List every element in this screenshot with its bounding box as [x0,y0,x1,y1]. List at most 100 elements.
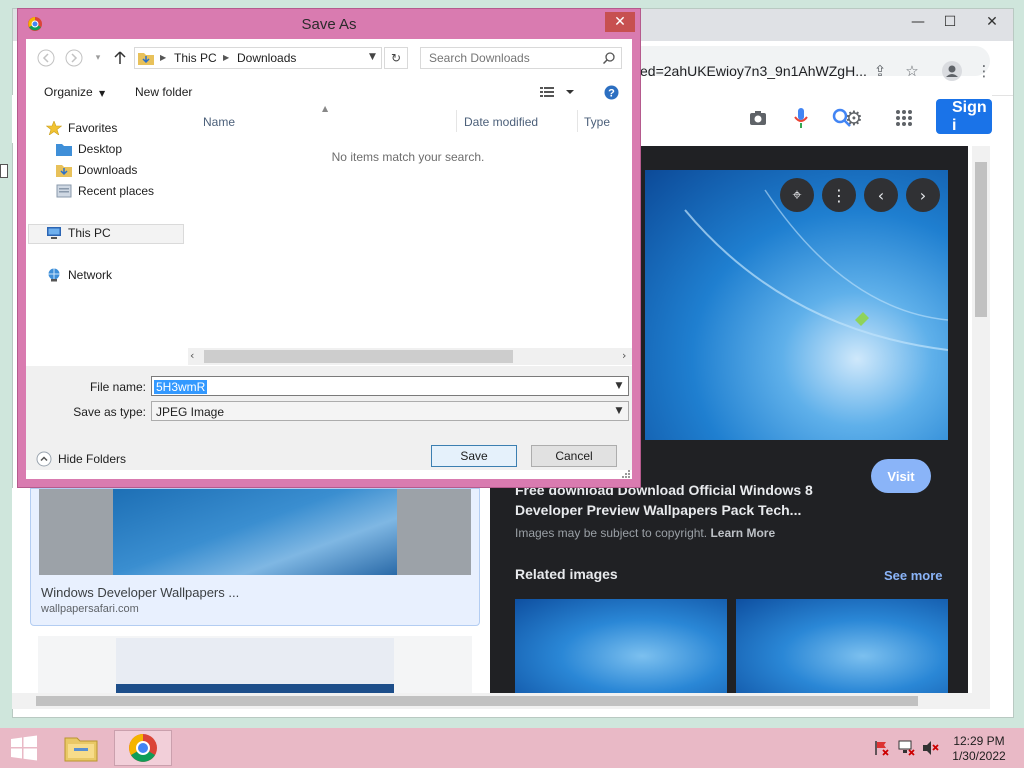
file-explorer-icon[interactable] [60,730,102,766]
breadcrumb-this-pc[interactable]: This PC [174,51,217,65]
action-center-flag-icon[interactable] [874,740,890,756]
star-icon [46,121,62,135]
learn-more-link[interactable]: Learn More [710,526,775,540]
nav-label: Network [68,268,113,282]
nav-item-favorites[interactable]: Favorites [46,121,117,135]
file-name-field[interactable]: 5H3wmR ▼ [151,376,629,396]
search-box[interactable] [420,47,622,69]
result-title[interactable]: Windows Developer Wallpapers ... [41,585,239,600]
see-more-link[interactable]: See more [884,568,943,583]
back-arrow-icon[interactable] [36,48,56,68]
save-as-type-label: Save as type: [73,405,146,419]
system-clock[interactable]: 12:29 PM 1/30/2022 [944,734,1014,764]
close-icon[interactable]: ✕ [976,10,1008,34]
file-list-scrollbar-thumb[interactable] [204,350,513,363]
search-icon[interactable] [603,52,615,64]
chevron-up-icon [36,451,52,467]
previous-image-icon[interactable]: ‹ [864,178,898,212]
forward-arrow-icon[interactable] [64,48,84,68]
file-name-value[interactable]: 5H3wmR [154,380,208,394]
copyright-notice: Images may be subject to copyright. Lear… [515,526,775,540]
nav-label: Recent places [78,184,155,198]
sign-in-button[interactable]: Sign i [936,99,992,134]
save-as-type-value: JPEG Image [156,405,225,419]
network-icon [46,268,62,282]
settings-gear-icon[interactable]: ⚙ [842,106,866,130]
column-divider[interactable] [456,110,457,132]
result-card[interactable]: Windows Developer Wallpapers ... wallpap… [30,488,480,626]
clock-date: 1/30/2022 [952,749,1006,763]
kebab-menu-icon[interactable]: ⋮ [972,59,996,83]
up-arrow-icon[interactable] [110,48,130,68]
related-images-heading: Related images [515,566,618,582]
svg-text:?: ? [608,88,615,100]
star-icon[interactable]: ☆ [900,59,924,83]
refresh-icon[interactable]: ↻ [384,47,408,69]
breadcrumb-separator-icon[interactable]: ▶ [160,53,166,62]
nav-label: Favorites [68,121,118,135]
more-options-icon[interactable]: ⋮ [822,178,856,212]
result-card[interactable] [38,636,472,694]
cancel-button[interactable]: Cancel [531,445,617,467]
maximize-icon[interactable]: ☐ [934,10,966,34]
related-thumbnail[interactable] [736,599,948,694]
dialog-titlebar[interactable]: Save As ✕ [18,9,640,39]
nav-item-desktop[interactable]: Desktop [56,142,122,156]
result-site: wallpapersafari.com [41,603,139,615]
new-folder-button[interactable]: New folder [135,85,192,99]
mic-icon[interactable] [789,106,813,130]
dialog-title: Save As [301,16,357,33]
column-header-name[interactable]: Name [203,115,235,129]
address-dropdown-icon[interactable]: ▼ [369,52,376,62]
nav-label: This PC [68,226,111,240]
scroll-left-icon[interactable]: ‹ [190,349,194,362]
scroll-right-icon[interactable]: › [622,349,626,362]
nav-item-recent-places[interactable]: Recent places [56,184,154,198]
chevron-down-icon[interactable]: ▼ [612,404,626,418]
profile-icon[interactable] [940,59,964,83]
chrome-icon [129,734,157,762]
windows-start-icon[interactable] [8,730,40,766]
share-icon[interactable]: ⇪ [868,59,892,83]
minimize-icon[interactable]: — [902,10,934,34]
search-input[interactable] [421,48,605,68]
visit-button[interactable]: Visit [871,459,931,493]
apps-grid-icon[interactable] [892,106,916,130]
volume-muted-icon[interactable] [922,740,940,756]
horizontal-scrollbar-thumb[interactable] [36,696,918,706]
network-status-icon[interactable] [898,740,916,756]
related-thumbnail[interactable] [515,599,727,694]
recent-places-icon [56,184,72,198]
organize-button[interactable]: Organize ▼ [44,85,105,99]
nav-item-downloads[interactable]: Downloads [56,163,137,177]
camera-icon[interactable] [746,106,770,130]
breadcrumb-downloads[interactable]: Downloads [237,51,296,65]
vertical-scrollbar-thumb[interactable] [975,162,987,317]
nav-item-network[interactable]: Network [46,268,112,282]
nav-item-this-pc[interactable]: This PC [46,226,111,240]
save-as-type-select[interactable]: JPEG Image ▼ [151,401,629,421]
help-icon[interactable]: ? [604,85,619,100]
clock-time: 12:29 PM [953,734,1005,748]
result-thumbnail-image [113,489,397,575]
chevron-down-icon: ▼ [99,89,106,98]
dialog-close-icon[interactable]: ✕ [605,12,635,32]
lens-search-icon[interactable]: ⌖ [780,178,814,212]
hide-folders-button[interactable]: Hide Folders [36,451,126,467]
address-breadcrumb[interactable]: ▶ This PC ▶ Downloads ▼ [134,47,382,69]
column-header-type[interactable]: Type [584,115,610,129]
computer-icon [46,226,62,240]
column-divider[interactable] [577,110,578,132]
next-image-icon[interactable]: › [906,178,940,212]
desktop-edge-marker [0,164,8,178]
taskbar-chrome-button[interactable] [114,730,172,766]
chevron-down-icon[interactable]: ▼ [612,379,626,393]
recent-locations-icon[interactable]: ▾ [88,48,108,68]
url-text[interactable]: ed=2ahUKEwioy7n3_9n1AhWZgH... [640,63,867,79]
resize-grip-icon[interactable] [622,470,630,478]
sort-arrow-icon: ▲ [322,104,329,113]
view-icon[interactable] [540,86,574,98]
breadcrumb-separator-icon[interactable]: ▶ [223,53,229,62]
save-button[interactable]: Save [431,445,517,467]
column-header-date-modified[interactable]: Date modified [464,115,538,129]
